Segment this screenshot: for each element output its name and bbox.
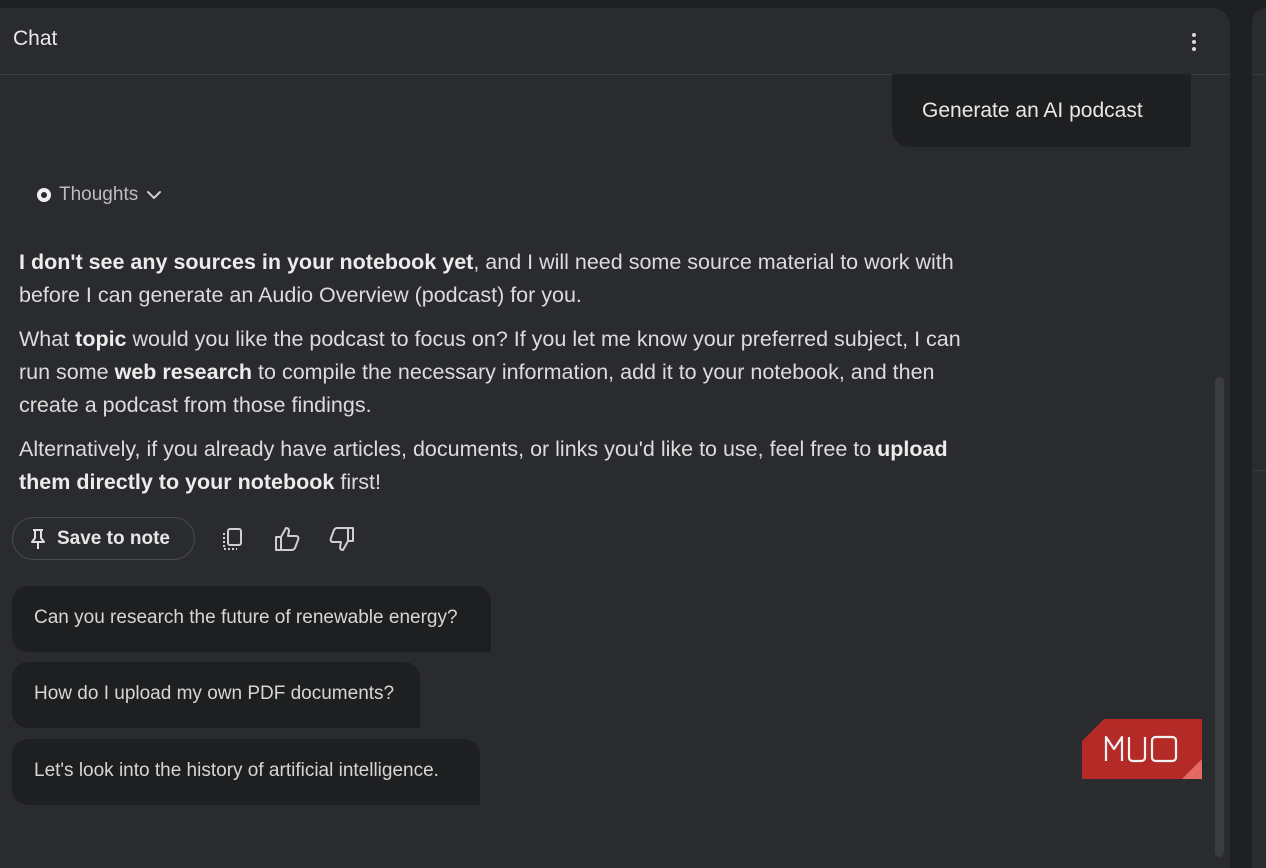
thoughts-status-icon [37, 188, 51, 202]
thoughts-label: Thoughts [59, 184, 139, 205]
response-paragraph: Alternatively, if you already have artic… [19, 433, 969, 499]
thumbs-up-button[interactable] [273, 525, 301, 553]
thoughts-toggle[interactable]: Thoughts [36, 182, 162, 208]
suggestion-chip[interactable]: How do I upload my own PDF documents? [12, 662, 420, 728]
chevron-down-icon [147, 191, 162, 199]
response-text: What [19, 327, 76, 351]
chat-panel: Chat Generate an AI podcast Thoughts I d… [0, 8, 1230, 868]
thumbs-down-icon [329, 527, 354, 551]
response-bold-text: topic [75, 327, 127, 351]
muo-logo [1082, 719, 1202, 779]
suggestion-chip[interactable]: Let's look into the history of artificia… [12, 739, 480, 805]
response-text: first! [334, 470, 381, 494]
response-paragraph: What topic would you like the podcast to… [19, 323, 969, 422]
save-to-note-button[interactable]: Save to note [12, 517, 195, 560]
scrollbar[interactable] [1215, 377, 1224, 857]
more-vert-icon[interactable] [1186, 30, 1202, 54]
response-bold-text: web research [114, 360, 253, 384]
thumbs-down-button[interactable] [328, 525, 356, 553]
side-panel-edge [1252, 8, 1266, 868]
copy-icon [223, 528, 242, 550]
pin-icon [31, 528, 45, 549]
save-to-note-label: Save to note [57, 527, 170, 549]
response-bold-text: I don't see any sources in your notebook… [19, 250, 474, 274]
chat-header: Chat [0, 8, 1230, 75]
user-message: Generate an AI podcast [892, 74, 1191, 147]
assistant-response: I don't see any sources in your notebook… [19, 246, 969, 510]
copy-button[interactable] [219, 525, 247, 553]
thumbs-up-icon [275, 527, 300, 551]
response-text: Alternatively, if you already have artic… [19, 437, 878, 461]
page-title: Chat [13, 27, 58, 50]
response-paragraph: I don't see any sources in your notebook… [19, 246, 969, 312]
suggestion-chip[interactable]: Can you research the future of renewable… [12, 586, 491, 652]
